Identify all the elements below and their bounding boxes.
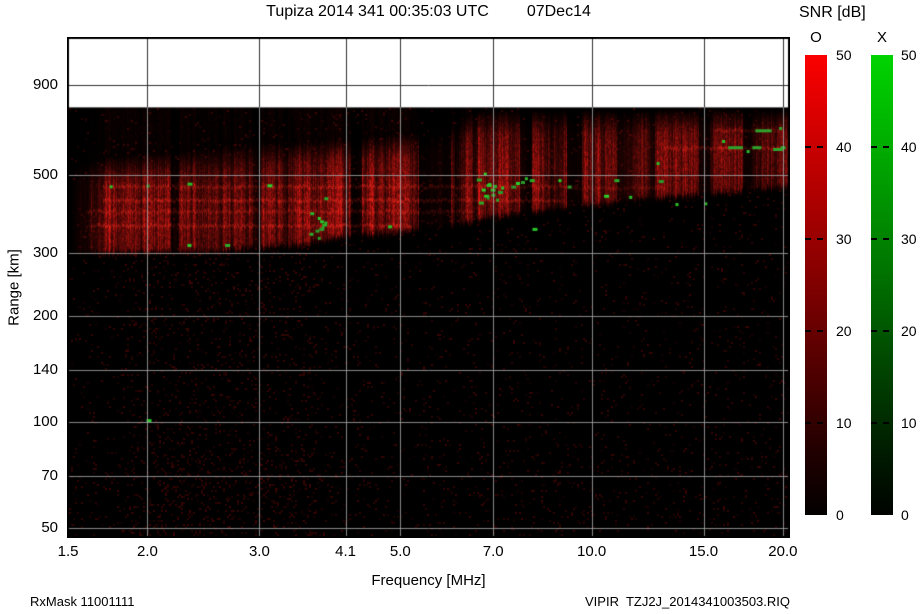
colorbar-tick-dash bbox=[871, 422, 893, 424]
colorbar-tick-dash bbox=[805, 422, 827, 424]
colorbar-tick-label: 20 bbox=[836, 323, 862, 339]
colorbar-tick-dash bbox=[805, 146, 827, 148]
colorbar-tick-label: 10 bbox=[836, 415, 862, 431]
y-tick-label: 300 bbox=[6, 244, 58, 261]
y-tick-label: 140 bbox=[6, 361, 58, 378]
colorbar-tick-label: 0 bbox=[836, 507, 862, 523]
colorbar-tick-label: 10 bbox=[901, 415, 922, 431]
colorbar-tick-label: 50 bbox=[836, 47, 862, 63]
x-tick-label: 10.0 bbox=[568, 543, 616, 560]
colorbar-tick-label: 40 bbox=[836, 139, 862, 155]
x-tick-label: 1.5 bbox=[44, 543, 92, 560]
colorbar-tick-dash bbox=[871, 238, 893, 240]
ionogram-view: Tupiza 2014 341 00:35:03 UTC 07Dec14 SNR … bbox=[0, 0, 922, 614]
colorbar-tick-label: 30 bbox=[901, 231, 922, 247]
page-title: Tupiza 2014 341 00:35:03 UTC 07Dec14 bbox=[67, 3, 790, 21]
x-axis-title: Frequency [MHz] bbox=[67, 572, 790, 589]
colorbar-tick-dash bbox=[805, 330, 827, 332]
colorbar-tick-label: 30 bbox=[836, 231, 862, 247]
x-mode-colorbar bbox=[871, 55, 893, 515]
colorbar-tick-label: 50 bbox=[901, 47, 922, 63]
o-mode-label: O bbox=[805, 29, 827, 46]
x-tick-label: 7.0 bbox=[469, 543, 517, 560]
o-mode-colorbar bbox=[805, 55, 827, 515]
x-tick-label: 3.0 bbox=[235, 543, 283, 560]
x-tick-label: 15.0 bbox=[680, 543, 728, 560]
x-mode-label: X bbox=[871, 29, 893, 46]
y-tick-label: 100 bbox=[6, 413, 58, 430]
ionogram-plot-canvas bbox=[67, 37, 790, 538]
x-tick-label: 5.0 bbox=[376, 543, 424, 560]
y-tick-label: 50 bbox=[6, 519, 58, 536]
colorbar-tick-dash bbox=[805, 238, 827, 240]
x-tick-label: 20.0 bbox=[759, 543, 807, 560]
colorbar-tick-label: 40 bbox=[901, 139, 922, 155]
y-tick-label: 70 bbox=[6, 467, 58, 484]
x-tick-label: 4.1 bbox=[322, 543, 370, 560]
observation-date: 07Dec14 bbox=[527, 3, 591, 20]
x-tick-label: 2.0 bbox=[123, 543, 171, 560]
observation-title: Tupiza 2014 341 00:35:03 UTC bbox=[266, 3, 489, 20]
colorbar-tick-label: 20 bbox=[901, 323, 922, 339]
y-tick-label: 500 bbox=[6, 166, 58, 183]
colorbar-tick-dash bbox=[871, 146, 893, 148]
colorbar-title: SNR [dB] bbox=[799, 4, 866, 22]
y-tick-label: 900 bbox=[6, 76, 58, 93]
rx-mask-text: RxMask 11001111 bbox=[30, 594, 135, 609]
colorbar-tick-label: 0 bbox=[901, 507, 922, 523]
data-file-id-text: VIPIR TZJ2J_2014341003503.RIQ bbox=[585, 594, 790, 609]
colorbar-tick-dash bbox=[871, 330, 893, 332]
y-tick-label: 200 bbox=[6, 307, 58, 324]
